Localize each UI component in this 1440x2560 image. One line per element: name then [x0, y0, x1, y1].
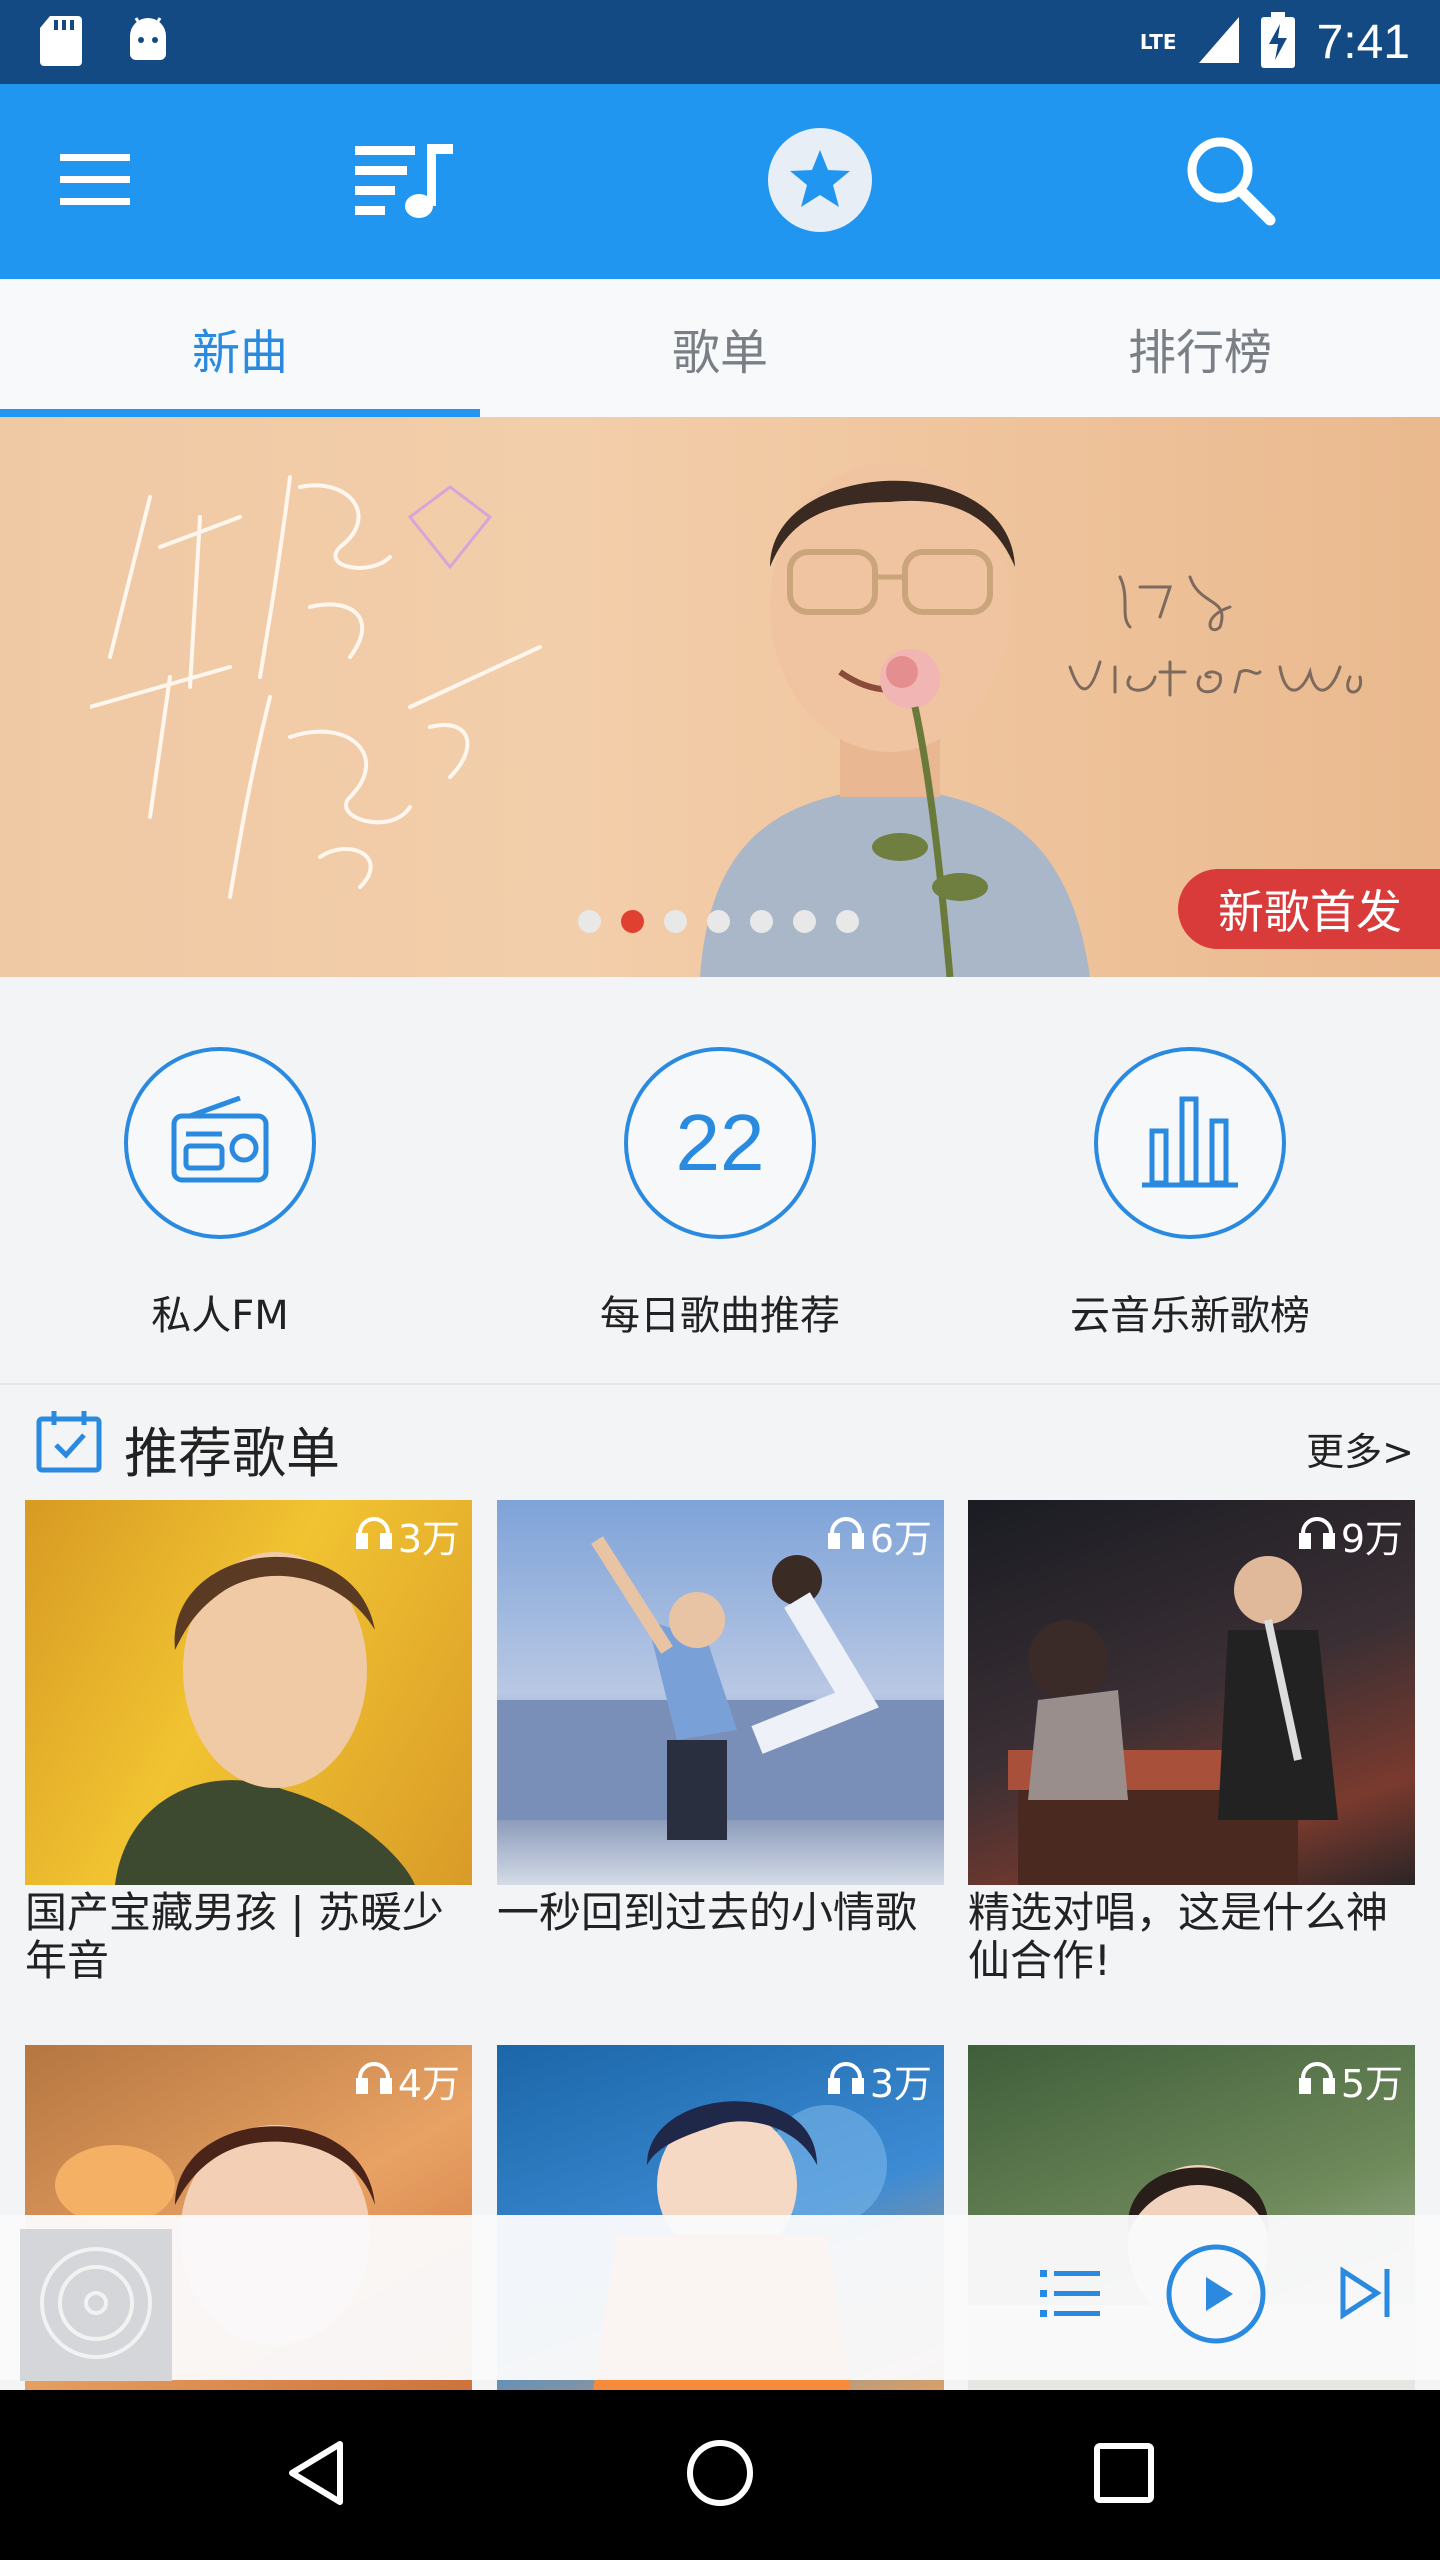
section-title: 推荐歌单 — [124, 1422, 340, 1485]
menu-icon — [60, 153, 130, 210]
home-button[interactable] — [660, 2390, 780, 2560]
play-count-value: 5万 — [1340, 2062, 1403, 2106]
page-dot-active — [621, 910, 644, 933]
clock: 7:41 — [1316, 15, 1410, 69]
search-icon — [1184, 134, 1276, 230]
playlist-card[interactable]: 6万 一秒回到过去的小情歌 — [497, 1500, 944, 1937]
headphones-icon — [827, 1514, 864, 1558]
page-dot — [793, 910, 816, 933]
playlist-cover: 3万 — [25, 1500, 472, 1885]
playlist-card[interactable]: 9万 精选对唱，这是什么神仙合作! — [968, 1500, 1415, 1985]
android-icon — [126, 16, 170, 70]
artist-signature — [1060, 567, 1380, 721]
play-count-value: 4万 — [397, 2062, 460, 2106]
playlist-title: 国产宝藏男孩 | 苏暖少年音 — [25, 1888, 444, 1985]
home-icon — [686, 2439, 754, 2511]
headphones-icon — [355, 2059, 392, 2103]
daily-recommend-entry[interactable]: 22 每日歌曲推荐 — [570, 1047, 870, 1341]
discover-button[interactable] — [760, 84, 880, 279]
playlist-card[interactable]: 3万 国产宝藏男孩 | 苏暖少年音 — [25, 1500, 472, 1985]
status-bar: LTE 7:41 — [0, 0, 1440, 84]
play-count: 4万 — [355, 2053, 460, 2108]
system-nav-bar — [0, 2390, 1440, 2560]
music-library-button[interactable] — [345, 84, 465, 279]
play-count: 6万 — [827, 1508, 932, 1563]
play-queue-button[interactable] — [1030, 2255, 1110, 2335]
new-song-chart-entry[interactable]: 云音乐新歌榜 — [1040, 1047, 1340, 1341]
star-icon — [768, 127, 872, 236]
play-icon — [1165, 2243, 1267, 2349]
headphones-icon — [1298, 2059, 1335, 2103]
play-count: 9万 — [1298, 1508, 1403, 1563]
play-count-value: 9万 — [1340, 1517, 1403, 1561]
banner-page-indicator — [578, 910, 859, 933]
tab-new-songs[interactable]: 新曲 — [0, 279, 480, 417]
now-playing-art[interactable] — [20, 2229, 172, 2381]
new-song-chart-circle — [1094, 1047, 1286, 1239]
play-count-value: 3万 — [869, 2062, 932, 2106]
banner-handwriting-art — [88, 457, 570, 921]
new-release-badge: 新歌首发 — [1178, 869, 1440, 949]
page-dot — [836, 910, 859, 933]
network-type: LTE — [1139, 30, 1177, 54]
play-count: 5万 — [1298, 2053, 1403, 2108]
recent-apps-button[interactable] — [1064, 2390, 1184, 2560]
next-track-button[interactable] — [1325, 2255, 1405, 2335]
chart-bars-icon — [1140, 1091, 1240, 1195]
quick-entry-row: 私人FM 22 每日歌曲推荐 云音乐新歌榜 — [0, 977, 1440, 1385]
search-button[interactable] — [1170, 84, 1290, 279]
page-dot — [664, 910, 687, 933]
private-fm-circle — [124, 1047, 316, 1239]
new-song-chart-label: 云音乐新歌榜 — [1070, 1293, 1310, 1339]
private-fm-entry[interactable]: 私人FM — [70, 1047, 370, 1341]
mini-player — [0, 2215, 1440, 2381]
list-icon — [1040, 2268, 1100, 2322]
disc-icon — [36, 2243, 156, 2367]
private-fm-label: 私人FM — [151, 1293, 289, 1339]
recommended-playlists-header: 推荐歌单 更多> — [0, 1385, 1440, 1500]
daily-date-number: 22 — [675, 1098, 765, 1187]
daily-recommend-label: 每日歌曲推荐 — [600, 1293, 840, 1339]
tab-bar: 新曲 歌单 排行榜 — [0, 279, 1440, 417]
app-toolbar — [0, 84, 1440, 279]
play-count-value: 3万 — [397, 1517, 460, 1561]
play-count: 3万 — [827, 2053, 932, 2108]
signal-icon — [1198, 17, 1239, 67]
headphones-icon — [827, 2059, 864, 2103]
playlist-icon — [355, 140, 455, 224]
recent-apps-icon — [1094, 2443, 1154, 2507]
sd-card-icon — [40, 16, 82, 70]
back-button[interactable] — [256, 2390, 376, 2560]
headphones-icon — [1298, 1514, 1335, 1558]
play-count: 3万 — [355, 1508, 460, 1563]
radio-icon — [170, 1095, 270, 1190]
battery-charging-icon — [1260, 12, 1295, 72]
play-count-value: 6万 — [869, 1517, 932, 1561]
playlist-title: 一秒回到过去的小情歌 — [497, 1888, 918, 1937]
playlist-cover: 6万 — [497, 1500, 944, 1885]
page-dot — [707, 910, 730, 933]
tab-playlists[interactable]: 歌单 — [480, 279, 960, 417]
page-dot — [750, 910, 773, 933]
play-button[interactable] — [1165, 2243, 1267, 2349]
skip-next-icon — [1337, 2265, 1393, 2325]
headphones-icon — [355, 1514, 392, 1558]
back-icon — [286, 2440, 346, 2510]
more-link[interactable]: 更多> — [1306, 1421, 1414, 1476]
calendar-check-icon — [36, 1411, 102, 1477]
page-dot — [578, 910, 601, 933]
tab-charts[interactable]: 排行榜 — [960, 279, 1440, 417]
playlist-title: 精选对唱，这是什么神仙合作! — [968, 1888, 1389, 1985]
menu-button[interactable] — [40, 84, 150, 279]
promo-banner[interactable]: 新歌首发 — [0, 417, 1440, 977]
playlist-cover: 9万 — [968, 1500, 1415, 1885]
daily-recommend-circle: 22 — [624, 1047, 816, 1239]
